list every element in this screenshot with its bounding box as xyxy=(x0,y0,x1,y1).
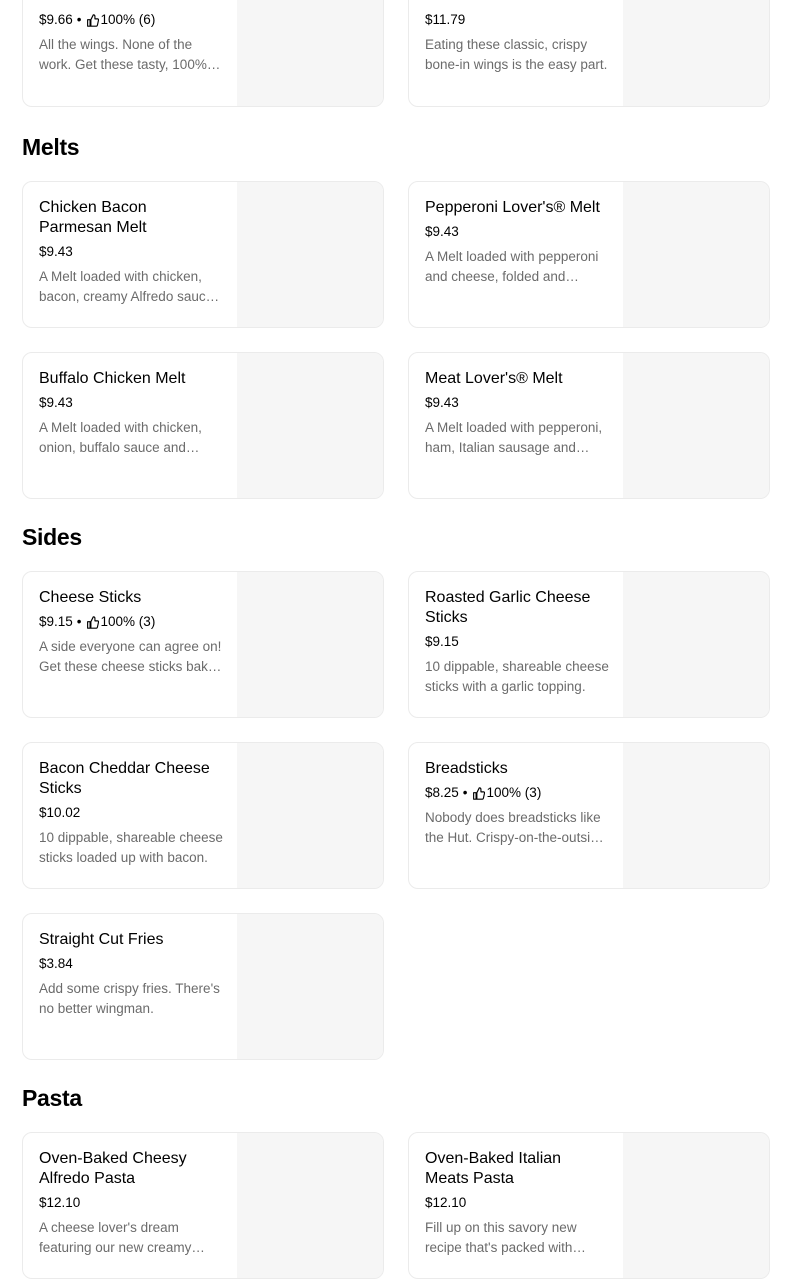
item-rating: 100% (3) xyxy=(486,785,542,800)
item-price: $9.15 xyxy=(425,634,459,649)
item-price: $10.02 xyxy=(39,805,81,820)
item-description: Fill up on this savory new recipe that's… xyxy=(425,1220,577,1255)
item-name: Breadsticks xyxy=(425,760,508,777)
item-price: $11.79 xyxy=(425,12,466,27)
menu-item-card[interactable]: Straight Cut Fries $3.84 Add some crispy… xyxy=(22,913,384,1060)
section-title-pasta: Pasta xyxy=(22,1085,82,1111)
thumbs-up-icon xyxy=(86,13,99,27)
item-image xyxy=(623,182,769,327)
menu-item-card[interactable]: Cheese Sticks $9.15 • 100% (3) A side ev… xyxy=(22,571,384,718)
menu-item-card[interactable]: Pepperoni Lover's® Melt $9.43 A Melt loa… xyxy=(408,181,770,328)
menu-item-card[interactable]: Oven-Baked Italian Meats Pasta $12.10 Fi… xyxy=(408,1132,770,1279)
item-image xyxy=(623,1133,769,1278)
item-meta: $9.15 xyxy=(425,633,609,651)
item-meta: $10.02 xyxy=(39,804,223,822)
item-meta: $8.25 • 100% (3) xyxy=(425,784,609,802)
item-price: $9.43 xyxy=(425,224,459,239)
menu-item-card[interactable]: Meat Lover's® Melt $9.43 A Melt loaded w… xyxy=(408,352,770,499)
menu-item-card[interactable]: Chicken Bacon Parmesan Melt $9.43 A Melt… xyxy=(22,181,384,328)
item-name: Roasted Garlic Cheese Sticks xyxy=(425,589,591,626)
item-rating: 100% (3) xyxy=(100,614,156,629)
item-name: Pepperoni Lover's® Melt xyxy=(425,199,600,216)
item-name: Oven-Baked Italian Meats Pasta xyxy=(425,1150,562,1187)
item-description: All the wings. None of the work. Get the… xyxy=(39,37,207,72)
item-meta: $9.43 xyxy=(39,394,223,412)
item-description: A cheese lover's dream featuring our new… xyxy=(39,1220,192,1255)
item-name: Meat Lover's® Melt xyxy=(425,370,563,387)
menu-item-card[interactable]: $11.79 Eating these classic, crispy bone… xyxy=(408,0,770,107)
item-meta: $9.43 xyxy=(425,223,609,241)
item-meta: $12.10 xyxy=(425,1194,609,1212)
item-meta: $11.79 xyxy=(425,11,609,29)
item-price: $12.10 xyxy=(39,1195,81,1210)
item-description: A side everyone can agree on! Get these … xyxy=(39,639,223,674)
item-description: Nobody does breadsticks like the Hut. Cr… xyxy=(425,810,606,845)
item-image xyxy=(623,353,769,498)
menu-item-card[interactable]: Bacon Cheddar Cheese Sticks $10.02 10 di… xyxy=(22,742,384,889)
item-image xyxy=(237,1133,383,1278)
item-meta: $9.15 • 100% (3) xyxy=(39,613,223,631)
item-name: Oven-Baked Cheesy Alfredo Pasta xyxy=(39,1150,187,1187)
item-description: A Melt loaded with chicken, onion, buffa… xyxy=(39,420,202,455)
item-meta: $9.43 xyxy=(425,394,609,412)
item-meta: $9.66 • 100% (6) xyxy=(39,11,223,29)
menu-item-card[interactable]: Oven-Baked Cheesy Alfredo Pasta $12.10 A… xyxy=(22,1132,384,1279)
item-description: Eating these classic, crispy bone-in win… xyxy=(425,37,608,72)
item-image xyxy=(237,572,383,717)
item-description: 10 dippable, shareable cheese sticks loa… xyxy=(39,830,223,865)
menu-item-card[interactable]: Roasted Garlic Cheese Sticks $9.15 10 di… xyxy=(408,571,770,718)
thumbs-up-icon xyxy=(86,615,99,629)
item-name: Cheese Sticks xyxy=(39,589,142,606)
item-image xyxy=(237,182,383,327)
item-description: Add some crispy fries. There's no better… xyxy=(39,981,220,1016)
item-meta: $3.84 xyxy=(39,955,223,973)
menu-item-card[interactable]: Buffalo Chicken Melt $9.43 A Melt loaded… xyxy=(22,352,384,499)
item-price: $9.43 xyxy=(39,395,73,410)
item-meta: $12.10 xyxy=(39,1194,223,1212)
item-description: A Melt loaded with chicken, bacon, cream… xyxy=(39,269,214,304)
item-image xyxy=(237,353,383,498)
section-title-sides: Sides xyxy=(22,524,82,550)
section-title-melts: Melts xyxy=(22,134,80,160)
item-description: A Melt loaded with pepperoni, ham, Itali… xyxy=(425,420,603,455)
item-image xyxy=(623,572,769,717)
item-description: 10 dippable, shareable cheese sticks wit… xyxy=(425,659,609,694)
item-price: $9.15 xyxy=(39,614,73,629)
thumbs-up-icon xyxy=(472,786,485,800)
item-image xyxy=(237,0,383,106)
item-description: A Melt loaded with pepperoni and cheese,… xyxy=(425,249,599,284)
item-name: Bacon Cheddar Cheese Sticks xyxy=(39,760,210,797)
separator-dot: • xyxy=(462,785,468,800)
item-rating: 100% (6) xyxy=(100,12,156,27)
item-image xyxy=(623,743,769,888)
item-name: Buffalo Chicken Melt xyxy=(39,370,186,387)
item-image xyxy=(237,743,383,888)
item-price: $12.10 xyxy=(425,1195,467,1210)
item-image xyxy=(237,914,383,1059)
menu-item-card[interactable]: Breadsticks $8.25 • 100% (3) Nobody does… xyxy=(408,742,770,889)
item-price: $8.25 xyxy=(425,785,459,800)
item-price: $9.43 xyxy=(425,395,459,410)
menu-item-card[interactable]: $9.66 • 100% (6) All the wings. None of … xyxy=(22,0,384,107)
item-price: $9.66 xyxy=(39,12,73,27)
item-price: $3.84 xyxy=(39,956,73,971)
separator-dot: • xyxy=(76,614,82,629)
item-meta: $9.43 xyxy=(39,243,223,261)
item-name: Chicken Bacon Parmesan Melt xyxy=(39,199,147,236)
item-price: $9.43 xyxy=(39,244,73,259)
item-name: Straight Cut Fries xyxy=(39,931,164,948)
separator-dot: • xyxy=(76,12,82,27)
item-image xyxy=(623,0,769,106)
